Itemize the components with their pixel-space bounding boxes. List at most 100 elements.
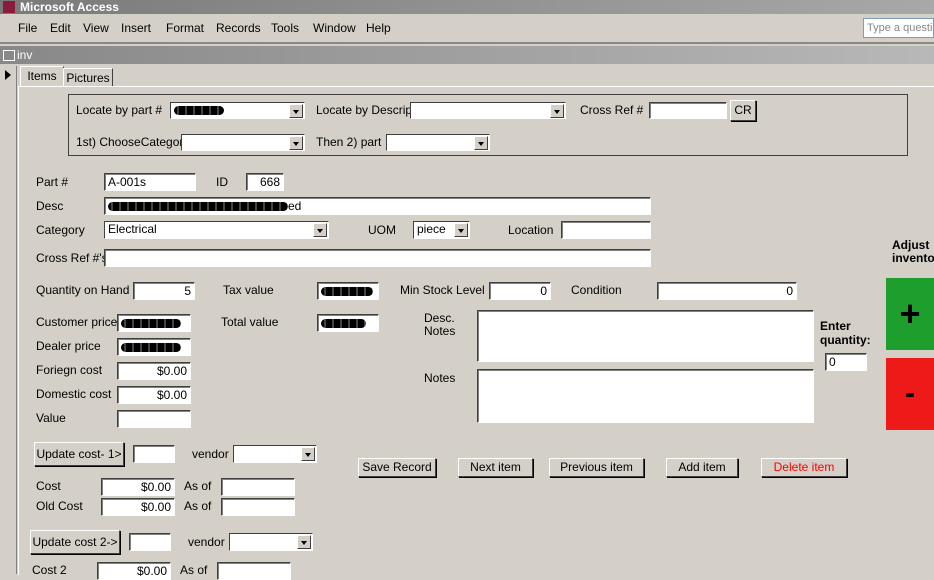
next-item-button[interactable]: Next item	[458, 458, 533, 477]
uom-label: UOM	[368, 223, 396, 237]
increase-inventory-button[interactable]: +	[886, 278, 934, 350]
adjust-quantity-input[interactable]: 0	[825, 353, 867, 371]
decrease-inventory-button[interactable]: -	[886, 358, 934, 430]
desc-notes-textarea[interactable]	[477, 310, 814, 362]
notes-textarea[interactable]	[477, 369, 814, 423]
cost-2-input[interactable]: $0.00	[97, 562, 171, 580]
min-stock-label: Min Stock Level	[400, 283, 485, 297]
desc-suffix: ed	[288, 199, 302, 213]
dropdown-arrow-icon[interactable]	[289, 104, 303, 118]
part-input[interactable]: A-001s	[104, 173, 196, 191]
menu-file[interactable]: File	[18, 21, 37, 35]
uom-value: piece	[417, 222, 446, 236]
dealer-price-input[interactable]	[117, 338, 191, 356]
menu-tools[interactable]: Tools	[271, 21, 299, 35]
dropdown-arrow-icon[interactable]	[474, 136, 488, 150]
tab-items[interactable]: Items	[20, 66, 64, 87]
min-stock-input[interactable]: 0	[489, 282, 551, 300]
adjust-inventory-label: Adjust inventory	[892, 239, 934, 265]
enter-quantity-label: Enter quantity:	[820, 319, 871, 347]
id-input[interactable]: 668	[246, 173, 284, 191]
cost-input[interactable]: $0.00	[101, 478, 175, 496]
redacted-mark	[108, 202, 288, 212]
form-icon	[3, 50, 15, 61]
menu-records[interactable]: Records	[216, 21, 261, 35]
dropdown-arrow-icon[interactable]	[301, 447, 315, 461]
dropdown-arrow-icon[interactable]	[454, 223, 468, 237]
category-label: Category	[36, 223, 85, 237]
menu-bar: File Edit View Insert Format Records Too…	[0, 16, 934, 40]
id-label: ID	[216, 175, 228, 189]
menu-window[interactable]: Window	[313, 21, 356, 35]
dropdown-arrow-icon[interactable]	[297, 535, 311, 549]
vendor-2-label: vendor	[188, 535, 225, 549]
update-cost-1-button[interactable]: Update cost- 1>	[34, 442, 124, 466]
value-input[interactable]	[117, 410, 191, 428]
form-title: inv	[17, 48, 33, 62]
cross-ref-label: Cross Ref #	[580, 103, 644, 117]
menu-edit[interactable]: Edit	[50, 21, 71, 35]
record-selector[interactable]	[0, 66, 17, 574]
update-cost-2-input[interactable]	[129, 533, 171, 551]
locate-by-descrip-combo[interactable]	[410, 102, 566, 119]
value-label: Value	[36, 411, 66, 425]
uom-combo[interactable]: piece	[413, 221, 470, 239]
vendor-1-label: vendor	[192, 447, 229, 461]
help-question-input[interactable]: Type a question	[863, 18, 934, 38]
dealer-price-label: Dealer price	[36, 339, 101, 353]
cross-ref-input[interactable]	[649, 102, 727, 119]
cost-2-label: Cost 2	[32, 563, 67, 577]
part-label: Part #	[36, 175, 69, 189]
domestic-cost-label: Domestic cost	[36, 387, 112, 401]
desc-notes-label: Desc. Notes	[424, 311, 456, 338]
old-cost-input[interactable]: $0.00	[101, 498, 175, 516]
locate-by-part-combo[interactable]	[170, 102, 305, 119]
category-combo[interactable]: Electrical	[104, 221, 329, 239]
quantity-input[interactable]: 5	[133, 282, 195, 300]
save-record-button[interactable]: Save Record	[358, 458, 436, 477]
locate-by-descrip-label: Locate by Descrip.	[316, 103, 416, 117]
cross-refs-input[interactable]	[104, 249, 651, 267]
cr-button[interactable]: CR	[730, 100, 756, 121]
previous-item-button[interactable]: Previous item	[549, 458, 644, 477]
app-title: Microsoft Access	[20, 0, 119, 14]
update-cost-1-input[interactable]	[133, 445, 175, 463]
cost-2-as-of-input[interactable]	[217, 562, 291, 580]
dropdown-arrow-icon[interactable]	[550, 104, 564, 118]
dropdown-arrow-icon[interactable]	[313, 223, 327, 237]
menu-insert[interactable]: Insert	[121, 21, 151, 35]
delete-item-button[interactable]: Delete item	[761, 458, 847, 477]
total-value-label: Total value	[221, 315, 279, 329]
condition-input[interactable]: 0	[657, 282, 797, 300]
foreign-cost-input[interactable]: $0.00	[117, 362, 191, 380]
redacted-mark	[321, 287, 373, 297]
add-item-button[interactable]: Add item	[666, 458, 738, 477]
total-value-input[interactable]	[317, 314, 379, 332]
condition-label: Condition	[571, 283, 622, 297]
location-label: Location	[508, 223, 554, 237]
choose-category-combo[interactable]	[181, 134, 305, 151]
then-part-combo[interactable]	[386, 134, 490, 151]
domestic-cost-input[interactable]: $0.00	[117, 386, 191, 404]
old-cost-as-of-input[interactable]	[221, 498, 295, 516]
customer-price-input[interactable]	[117, 314, 191, 332]
tax-value-input[interactable]	[317, 282, 379, 300]
menu-help[interactable]: Help	[366, 21, 391, 35]
desc-input[interactable]: ed	[104, 197, 651, 215]
old-cost-as-of-label: As of	[184, 499, 212, 513]
tab-pictures[interactable]: Pictures	[63, 68, 113, 87]
menu-view[interactable]: View	[83, 21, 109, 35]
menu-format[interactable]: Format	[166, 21, 204, 35]
old-cost-label: Old Cost	[36, 499, 83, 513]
vendor-2-combo[interactable]	[229, 533, 313, 551]
quantity-label: Quantity on Hand	[36, 283, 130, 297]
redacted-mark	[121, 319, 181, 329]
location-input[interactable]	[561, 221, 651, 239]
dropdown-arrow-icon[interactable]	[289, 136, 303, 150]
update-cost-2-button[interactable]: Update cost 2->	[30, 530, 120, 554]
cost-as-of-label: As of	[184, 479, 212, 493]
cross-refs-label: Cross Ref #'s	[36, 251, 108, 265]
vendor-1-combo[interactable]	[233, 445, 317, 463]
locate-by-part-label: Locate by part #	[76, 103, 163, 117]
cost-as-of-input[interactable]	[221, 478, 295, 496]
